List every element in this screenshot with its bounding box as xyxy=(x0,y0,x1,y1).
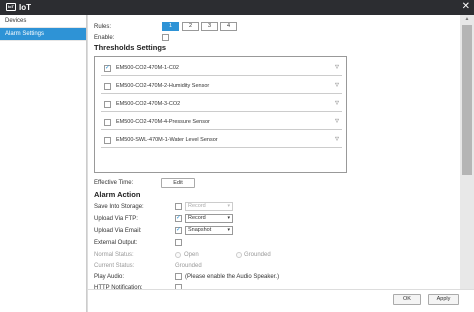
vertical-scrollbar[interactable]: ▲ ▼ xyxy=(460,15,474,296)
save-storage-label: Save Into Storage: xyxy=(94,204,144,210)
normal-status-open-radio[interactable] xyxy=(175,252,181,258)
enable-label: Enable: xyxy=(94,35,115,41)
edit-button[interactable]: Edit xyxy=(161,178,195,188)
normal-status-grounded-label: Grounded xyxy=(244,252,271,258)
alarm-action-title: Alarm Action xyxy=(94,190,141,199)
sensor-list: EM500-CO2-470M-1-C02 ▿ EM500-CO2-470M-2-… xyxy=(94,56,347,173)
chevron-down-icon[interactable]: ▿ xyxy=(335,81,339,89)
rule-tab-4[interactable]: 4 xyxy=(220,22,237,31)
iot-app-icon: IoT xyxy=(6,3,16,11)
chevron-down-icon[interactable]: ▿ xyxy=(335,63,339,71)
upload-ftp-select[interactable]: Record ▾ xyxy=(185,214,233,223)
dropdown-arrow-icon: ▾ xyxy=(227,215,230,221)
upload-email-select[interactable]: Snapshot ▾ xyxy=(185,226,233,235)
sensor-checkbox[interactable] xyxy=(104,119,111,126)
sensor-checkbox[interactable] xyxy=(104,137,111,144)
external-output-label: External Output: xyxy=(94,240,138,246)
save-storage-checkbox[interactable] xyxy=(175,203,182,210)
upload-ftp-checkbox[interactable] xyxy=(175,214,182,222)
sidebar: Devices Alarm Settings xyxy=(0,15,87,312)
sidebar-item-devices[interactable]: Devices xyxy=(0,15,86,28)
sensor-checkbox[interactable] xyxy=(104,83,111,90)
sensor-name: EM500-CO2-470M-4-Pressure Sensor xyxy=(116,119,210,125)
sensor-row[interactable]: EM500-CO2-470M-3-CO2 ▿ xyxy=(101,96,342,112)
chevron-down-icon[interactable]: ▿ xyxy=(335,117,339,125)
chevron-down-icon[interactable]: ▿ xyxy=(335,99,339,107)
sensor-name: EM500-CO2-470M-3-CO2 xyxy=(116,101,181,107)
normal-status-grounded-radio[interactable] xyxy=(236,252,242,258)
play-audio-checkbox[interactable] xyxy=(175,273,182,280)
sensor-row[interactable]: EM500-CO2-470M-2-Humidity Sensor ▿ xyxy=(101,78,342,94)
enable-checkbox[interactable] xyxy=(162,34,169,41)
sensor-row[interactable]: EM500-CO2-470M-1-C02 ▿ xyxy=(101,60,342,76)
close-icon[interactable]: ✕ xyxy=(462,1,470,13)
sensor-row[interactable]: EM500-CO2-470M-4-Pressure Sensor ▿ xyxy=(101,114,342,130)
scroll-thumb[interactable] xyxy=(462,25,472,175)
sidebar-item-alarm-settings[interactable]: Alarm Settings xyxy=(0,28,86,41)
dropdown-arrow-icon: ▾ xyxy=(227,227,230,233)
rules-label: Rules: xyxy=(94,24,112,30)
scroll-up-icon[interactable]: ▲ xyxy=(460,15,474,23)
play-audio-label: Play Audio: xyxy=(94,274,125,280)
current-status-value: Grounded xyxy=(175,263,202,269)
sensor-name: EM500-SWL-470M-1-Water Level Sensor xyxy=(116,137,218,143)
sensor-name: EM500-CO2-470M-1-C02 xyxy=(116,65,179,71)
effective-time-label: Effective Time: xyxy=(94,180,134,186)
external-output-checkbox[interactable] xyxy=(175,239,182,246)
play-audio-note: (Please enable the Audio Speaker.) xyxy=(185,274,280,280)
upload-email-checkbox[interactable] xyxy=(175,226,182,234)
sensor-checkbox[interactable] xyxy=(104,101,111,108)
save-storage-select[interactable]: Record ▾ xyxy=(185,202,233,211)
sensor-row[interactable]: EM500-SWL-470M-1-Water Level Sensor ▿ xyxy=(101,132,342,148)
sensor-name: EM500-CO2-470M-2-Humidity Sensor xyxy=(116,83,210,89)
sensor-checkbox[interactable] xyxy=(104,64,111,72)
upload-ftp-label: Upload Via FTP: xyxy=(94,216,138,222)
rule-tab-3[interactable]: 3 xyxy=(201,22,218,31)
rule-tab-2[interactable]: 2 xyxy=(182,22,199,31)
chevron-down-icon[interactable]: ▿ xyxy=(335,135,339,143)
rule-tab-1[interactable]: 1 xyxy=(162,22,179,31)
window-title: IoT xyxy=(19,3,31,12)
apply-button[interactable]: Apply xyxy=(428,294,459,305)
title-bar: IoT IoT ✕ xyxy=(0,0,474,15)
current-status-label: Current Status: xyxy=(94,263,135,269)
thresholds-title: Thresholds Settings xyxy=(94,43,167,52)
dropdown-arrow-icon: ▾ xyxy=(227,203,230,209)
ok-button[interactable]: OK xyxy=(393,294,421,305)
upload-email-label: Upload Via Email: xyxy=(94,228,142,234)
normal-status-label: Normal Status: xyxy=(94,252,134,258)
normal-status-open-label: Open xyxy=(184,252,199,258)
